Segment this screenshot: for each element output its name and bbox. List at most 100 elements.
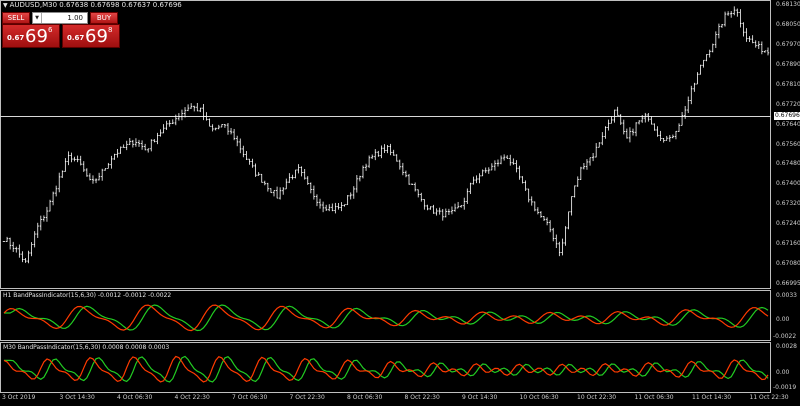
ohlc-bar (275, 186, 279, 199)
ohlc-bar (85, 168, 89, 177)
time-axis-label: 4 Oct 06:30 (117, 394, 153, 401)
ohlc-bar (533, 201, 537, 212)
sell-price-pip: 6 (48, 26, 53, 34)
price-axis-label: 0.67560 (776, 140, 800, 148)
ohlc-bar (521, 176, 524, 184)
ohlc-bar (475, 175, 478, 184)
ohlc-bar (552, 227, 555, 242)
ohlc-bar (733, 6, 736, 16)
ohlc-bar (561, 238, 564, 256)
lot-size-input[interactable]: ▼ 1.00 (32, 12, 88, 24)
price-axis-label: 0.67720 (776, 100, 800, 108)
ohlc-bar (469, 182, 472, 195)
price-axis-label: 0.67480 (776, 160, 800, 168)
ohlc-bar (377, 150, 380, 157)
ohlc-bar (570, 196, 573, 216)
ohlc-bar (150, 139, 153, 152)
price-axis-label: 0.67240 (776, 220, 800, 228)
ohlc-bar (337, 203, 340, 210)
ohlc-bar (189, 103, 193, 109)
ohlc-bar (54, 185, 58, 197)
ohlc-bar (88, 173, 92, 181)
ohlc-bar (662, 138, 665, 143)
sell-button[interactable]: SELL (2, 12, 30, 24)
ohlc-bar (193, 105, 196, 112)
price-axis-label: 0.67080 (776, 260, 800, 268)
ohlc-bar (496, 159, 500, 167)
ohlc-bar (355, 175, 359, 193)
ohlc-bar (459, 205, 463, 208)
ohlc-bar (687, 96, 690, 113)
lot-size-value[interactable]: 1.00 (67, 13, 83, 23)
ohlc-bar (67, 151, 70, 166)
ohlc-bar (392, 149, 395, 156)
price-axis-label: 0.67890 (776, 60, 800, 68)
price-axis-label: 0.67160 (776, 240, 800, 248)
ohlc-bar (622, 119, 625, 135)
ohlc-bar (751, 35, 754, 44)
ohlc-bar (45, 206, 49, 222)
ohlc-bar (153, 139, 156, 143)
ohlc-bar (754, 40, 757, 48)
ohlc-bar (677, 123, 681, 132)
ohlc-bar (696, 72, 699, 85)
ohlc-bar (398, 159, 402, 170)
ohlc-bar (610, 116, 613, 124)
buy-price-box[interactable]: 0.67 69 8 (62, 24, 120, 48)
ohlc-bar (137, 139, 141, 147)
time-axis-label: 11 Oct 14:30 (692, 394, 732, 401)
ohlc-bar (285, 178, 288, 190)
ohlc-bar (331, 203, 334, 212)
ohlc-bar (269, 188, 273, 194)
time-axis-label: 8 Oct 22:30 (404, 394, 440, 401)
ohlc-bar (352, 186, 355, 199)
ohlc-bar (180, 109, 184, 121)
ohlc-bar (429, 206, 432, 210)
ohlc-bar (450, 206, 454, 215)
ohlc-bar (404, 170, 408, 178)
time-axis-label: 4 Oct 22:30 (174, 394, 210, 401)
ohlc-bar (318, 198, 322, 209)
ohlc-bar (702, 59, 705, 68)
buy-button[interactable]: BUY (90, 12, 118, 24)
ohlc-bar (616, 106, 619, 116)
ohlc-bar (73, 156, 76, 162)
ohlc-bar (518, 165, 521, 180)
ohlc-bar (324, 204, 328, 211)
ohlc-bar (607, 119, 610, 131)
ohlc-bar (438, 207, 441, 215)
indicator2-axis-high: 0.0028 (776, 343, 797, 350)
ohlc-bar (423, 199, 426, 210)
ohlc-bar (601, 132, 604, 146)
ohlc-bar (395, 154, 398, 162)
ohlc-bar (361, 165, 365, 179)
ohlc-bar (420, 192, 423, 202)
indicator2-slow-line (4, 355, 769, 383)
ohlc-bar (48, 199, 52, 212)
ohlc-bar (91, 175, 95, 184)
ohlc-bar (306, 176, 309, 185)
ohlc-bar (303, 168, 306, 180)
ohlc-bar (186, 104, 190, 112)
ohlc-bar (502, 154, 506, 161)
sell-price-main: 69 (25, 26, 48, 47)
ohlc-bar (760, 41, 764, 55)
ohlc-bar (42, 215, 46, 222)
ohlc-bar (410, 183, 414, 185)
ohlc-bar (530, 196, 533, 206)
ohlc-bar (162, 124, 165, 134)
ohlc-bar (542, 216, 546, 221)
ohlc-bar (235, 135, 239, 147)
ohlc-bar (51, 191, 55, 206)
ohlc-bar (358, 175, 362, 182)
ohlc-bar (487, 167, 490, 174)
ohlc-bar (266, 182, 270, 192)
ohlc-bar (140, 140, 144, 150)
time-axis-label: 7 Oct 22:30 (289, 394, 325, 401)
ohlc-bar (545, 217, 549, 226)
price-axis-label: 0.67810 (776, 80, 800, 88)
ohlc-bar (128, 138, 131, 145)
ohlc-bar (481, 169, 484, 177)
stepper-arrow-icon[interactable]: ▼ (33, 13, 42, 23)
sell-price-box[interactable]: 0.67 69 6 (2, 24, 60, 48)
